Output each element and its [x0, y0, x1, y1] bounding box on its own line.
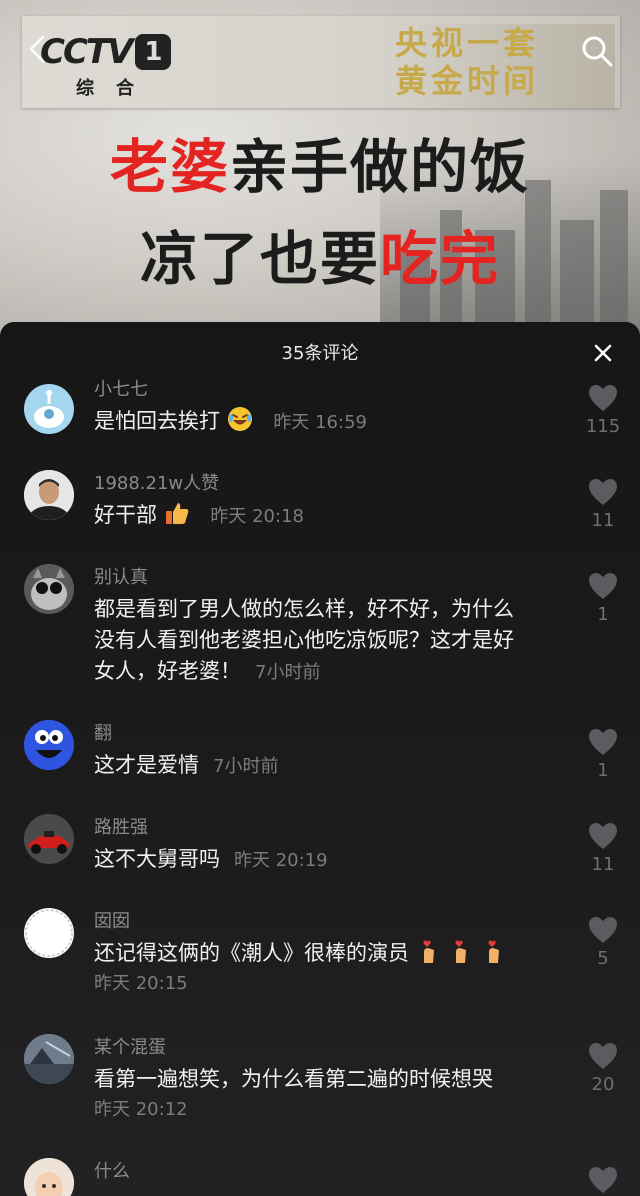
close-button[interactable] — [590, 340, 616, 366]
like-button[interactable]: 115 — [582, 384, 624, 440]
comment-text: 还记得这俩的《潮人》很棒的演员 昨天 20:15 — [94, 938, 564, 999]
comment-username[interactable]: 1988.21w人赞 — [94, 472, 219, 496]
like-button[interactable]: 11 — [582, 478, 624, 534]
like-count: 115 — [585, 416, 621, 437]
heart-icon — [589, 573, 617, 599]
comment-text: 好干部 昨天 20:18 — [94, 500, 564, 532]
comments-panel[interactable]: 35条评论 小七七 是怕回去挨打 昨天 16:59 115 1988.21w人赞… — [0, 322, 640, 1196]
comment-time: 昨天 20:12 — [94, 1099, 188, 1120]
thumbs-up-emoji-icon — [165, 503, 189, 524]
comment-item[interactable]: 翻 这才是爱情 7小时前 1 — [0, 718, 640, 808]
close-icon — [594, 344, 612, 362]
heart-icon — [589, 823, 617, 849]
like-count: 5 — [597, 948, 609, 969]
comment-item[interactable]: 某个混蛋 看第一遍想笑，为什么看第二遍的时候想哭 昨天 20:12 20 — [0, 1032, 640, 1152]
comment-time: 7小时前 — [255, 662, 321, 683]
like-count: 1 — [597, 604, 609, 625]
comment-username[interactable]: 路胜强 — [94, 816, 148, 840]
like-count: 20 — [591, 1074, 615, 1095]
chevron-left-icon — [29, 35, 45, 63]
heart-icon — [589, 1167, 617, 1193]
like-button[interactable]: 20 — [582, 1042, 624, 1098]
like-button[interactable]: 1 — [582, 728, 624, 784]
comment-time: 7小时前 — [213, 756, 279, 777]
comment-text: 都是看到了男人做的怎么样，好不好，为什么 没有人看到他老婆担心他吃凉饭呢？这才是… — [94, 597, 514, 683]
comment-username[interactable]: 囡囡 — [94, 910, 130, 934]
heart-icon — [589, 479, 617, 505]
comment-username[interactable]: 什么 — [94, 1160, 130, 1184]
like-button[interactable]: 11 — [582, 822, 624, 878]
comment-username[interactable]: 别认真 — [94, 566, 148, 590]
comment-item[interactable]: 1988.21w人赞 好干部 昨天 20:18 11 — [0, 468, 640, 558]
avatar[interactable] — [24, 1034, 74, 1084]
avatar[interactable] — [24, 720, 74, 770]
comment-text: 这不大舅哥吗 昨天 20:19 — [94, 847, 328, 871]
avatar[interactable] — [24, 564, 74, 614]
video-title-line-2: 凉了也要吃完 — [139, 225, 501, 293]
video-player[interactable]: CCTV 1 综合 央视一套 黄金时间 老婆亲手做的饭 凉了也要吃完 — [0, 0, 640, 340]
finger-heart-emoji-icon — [488, 940, 500, 963]
like-count: 11 — [591, 854, 615, 875]
comment-item[interactable]: 囡囡 还记得这俩的《潮人》很棒的演员 昨天 20:15 5 — [0, 906, 640, 1026]
comment-time: 昨天 20:19 — [234, 850, 328, 871]
avatar[interactable] — [24, 1158, 74, 1196]
like-count: 11 — [591, 510, 615, 531]
channel-subtitle: 综合 — [76, 78, 156, 99]
search-button[interactable] — [580, 34, 614, 68]
comment-text: 这才是爱情 7小时前 — [94, 753, 279, 777]
comment-time: 昨天 20:15 — [94, 973, 188, 994]
comment-username[interactable]: 某个混蛋 — [94, 1036, 166, 1060]
like-button[interactable]: 5 — [582, 916, 624, 972]
finger-heart-emoji-icon — [455, 940, 467, 963]
laugh-cry-emoji-icon — [227, 407, 252, 431]
like-count: 1 — [597, 760, 609, 781]
comment-time: 昨天 20:18 — [210, 506, 304, 527]
comment-username[interactable]: 翻 — [94, 722, 112, 746]
comment-text: 是怕回去挨打 昨天 16:59 — [94, 406, 564, 438]
avatar[interactable] — [24, 814, 74, 864]
comment-item[interactable]: 什么 — [0, 1156, 640, 1196]
avatar[interactable] — [24, 908, 74, 958]
cctv-logo: CCTV 1 — [40, 30, 190, 74]
like-button[interactable]: 1 — [582, 572, 624, 628]
video-title-line-1: 老婆亲手做的饭 — [109, 133, 531, 201]
comment-item[interactable]: 小七七 是怕回去挨打 昨天 16:59 115 — [0, 374, 640, 464]
comment-time: 昨天 16:59 — [273, 412, 367, 433]
avatar[interactable] — [24, 470, 74, 520]
avatar[interactable] — [24, 384, 74, 434]
heart-icon — [589, 917, 617, 943]
comment-username[interactable]: 小七七 — [94, 378, 148, 402]
comment-text: 看第一遍想笑，为什么看第二遍的时候想哭 昨天 20:12 — [94, 1064, 574, 1125]
comment-count: 35条评论 — [281, 343, 359, 364]
heart-icon — [589, 385, 617, 411]
heart-icon — [589, 1043, 617, 1069]
comment-item[interactable]: 别认真 都是看到了男人做的怎么样，好不好，为什么 没有人看到他老婆担心他吃凉饭呢… — [0, 562, 640, 712]
back-button[interactable] — [26, 34, 56, 68]
like-button[interactable] — [582, 1166, 624, 1194]
comment-item[interactable]: 路胜强 这不大舅哥吗 昨天 20:19 11 — [0, 812, 640, 902]
search-icon — [582, 36, 613, 67]
finger-heart-emoji-icon — [423, 940, 434, 963]
heart-icon — [589, 729, 617, 755]
